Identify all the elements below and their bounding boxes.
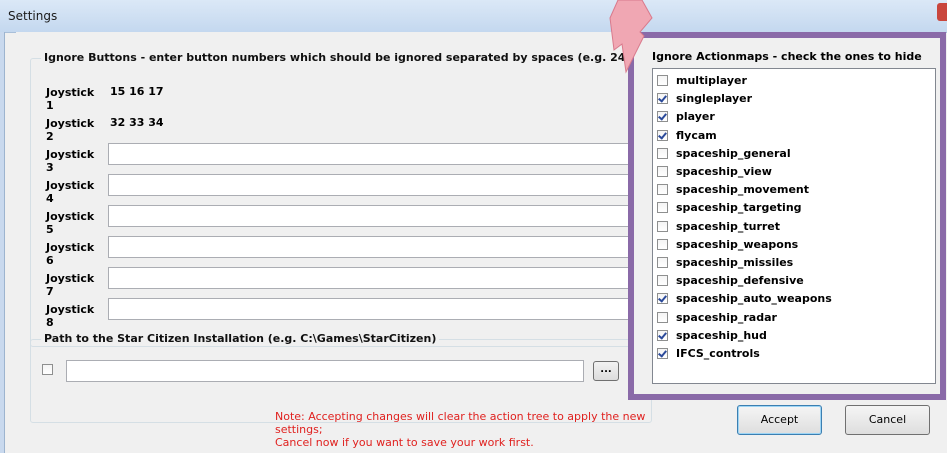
browse-button[interactable]: ... [593, 361, 619, 381]
close-button[interactable] [937, 3, 947, 21]
actionmap-item[interactable]: spaceship_targeting [657, 199, 927, 217]
actionmap-checkbox[interactable] [657, 147, 668, 159]
actionmap-checkbox[interactable] [657, 184, 668, 196]
actionmap-checkbox[interactable] [657, 257, 668, 268]
actionmap-checkbox[interactable] [657, 129, 668, 141]
actionmap-item[interactable]: spaceship_radar [657, 309, 927, 327]
actionmaps-list[interactable]: multiplayer singleplayer player flycam space… [652, 68, 936, 384]
joystick-label: Joystick 2 [46, 117, 95, 143]
actionmap-item[interactable]: flycam [657, 127, 927, 145]
joystick-label: Joystick 7 [46, 272, 95, 298]
actionmap-label: spaceship_defensive [676, 274, 804, 288]
actionmap-checkbox[interactable] [657, 238, 668, 250]
actionmap-checkbox[interactable] [657, 275, 668, 287]
actionmap-checkbox[interactable] [657, 111, 668, 123]
actionmap-label: spaceship_weapons [676, 237, 799, 251]
actionmap-item[interactable]: player [657, 108, 927, 126]
actionmaps-legend: Ignore Actionmaps - check the ones to hi… [652, 50, 922, 63]
actionmap-checkbox[interactable] [657, 293, 668, 305]
warning-note-line2: Cancel now if you want to save your work… [275, 436, 534, 449]
actionmap-label: player [676, 110, 715, 124]
actionmap-label: singleplayer [676, 92, 753, 106]
joystick-label: Joystick 8 [46, 303, 95, 329]
joystick-buttons-input[interactable]: 15 16 17 [108, 81, 636, 103]
actionmap-label: spaceship_general [676, 146, 791, 160]
actionmap-item[interactable]: spaceship_defensive [657, 272, 927, 290]
annotation-arrow-icon [609, 0, 653, 74]
actionmap-checkbox[interactable] [657, 329, 668, 341]
joystick-buttons-input[interactable]: 32 33 34 [108, 112, 636, 134]
accept-button[interactable]: Accept [737, 405, 822, 435]
actionmap-label: spaceship_auto_weapons [676, 292, 832, 306]
joystick-buttons-input[interactable] [108, 174, 636, 196]
actionmap-item[interactable]: spaceship_auto_weapons [657, 290, 927, 308]
actionmap-checkbox[interactable] [657, 311, 668, 323]
actionmap-item[interactable]: spaceship_missiles [657, 254, 927, 272]
joystick-buttons-input[interactable] [108, 143, 636, 165]
window-left-border [0, 32, 5, 453]
actionmap-checkbox[interactable] [657, 93, 668, 105]
actionmap-item[interactable]: singleplayer [657, 90, 927, 108]
joystick-buttons-input[interactable] [108, 267, 636, 289]
warning-note: Note: Accepting changes will clear the a… [275, 410, 675, 449]
actionmap-item[interactable]: spaceship_general [657, 145, 927, 163]
window-title: Settings [8, 9, 58, 23]
actionmap-label: spaceship_hud [676, 328, 767, 342]
actionmap-checkbox[interactable] [657, 220, 668, 232]
warning-note-line1: Note: Accepting changes will clear the a… [275, 410, 646, 436]
joystick-label: Joystick 1 [46, 86, 95, 112]
actionmap-item[interactable]: spaceship_hud [657, 327, 927, 345]
actionmap-label: spaceship_radar [676, 310, 777, 324]
actionmap-label: IFCS_controls [676, 347, 760, 360]
joystick-label: Joystick 6 [46, 241, 95, 267]
joystick-label: Joystick 5 [46, 210, 95, 236]
actionmap-item[interactable]: spaceship_movement [657, 181, 927, 199]
actionmap-item[interactable]: spaceship_view [657, 163, 927, 181]
joystick-buttons-input[interactable] [108, 236, 636, 258]
settings-window: Settings Ignore Buttons - enter button n… [0, 0, 947, 453]
joystick-buttons-input[interactable] [108, 298, 636, 320]
install-path-legend: Path to the Star Citizen Installation (e… [41, 332, 440, 345]
actionmap-item[interactable]: IFCS_controls [657, 345, 927, 363]
install-path-checkbox[interactable] [42, 364, 53, 375]
cancel-button[interactable]: Cancel [845, 405, 930, 435]
joystick-buttons-input[interactable] [108, 205, 636, 227]
actionmap-checkbox[interactable] [657, 202, 668, 214]
joystick-label: Joystick 3 [46, 148, 95, 174]
actionmap-item[interactable]: spaceship_weapons [657, 236, 927, 254]
actionmap-label: multiplayer [676, 74, 747, 87]
title-bar[interactable]: Settings [0, 0, 947, 33]
actionmap-item[interactable]: multiplayer [657, 72, 927, 90]
joystick-label: Joystick 4 [46, 179, 95, 205]
install-path-input[interactable] [66, 360, 584, 382]
main-panel: Ignore Buttons - enter button numbers wh… [16, 32, 653, 452]
actionmap-item[interactable]: spaceship_turret [657, 218, 927, 236]
actionmap-label: flycam [676, 128, 717, 142]
actionmap-label: spaceship_view [676, 165, 772, 178]
actionmap-checkbox[interactable] [657, 166, 668, 177]
actionmap-label: spaceship_movement [676, 183, 810, 197]
actionmap-label: spaceship_missiles [676, 256, 794, 269]
actionmap-label: spaceship_targeting [676, 201, 802, 215]
actionmap-checkbox[interactable] [657, 348, 668, 359]
actionmap-label: spaceship_turret [676, 219, 781, 233]
